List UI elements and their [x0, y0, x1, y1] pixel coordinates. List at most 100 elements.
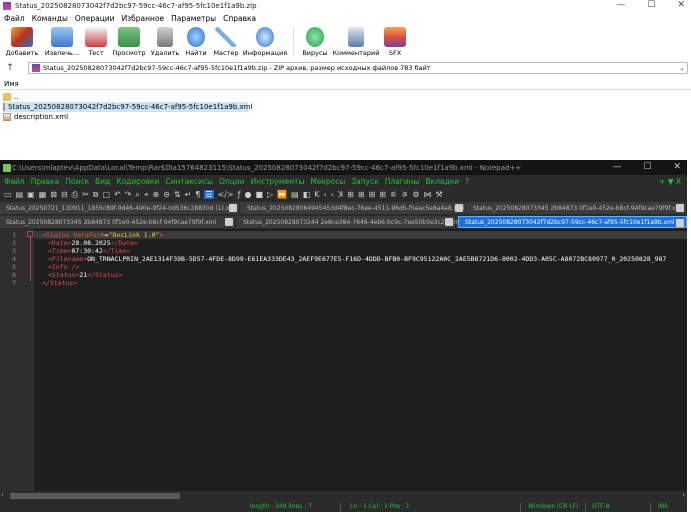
archive-path-field[interactable]: Status_20250828073042f7d2bc97-59cc-46c7-…: [28, 62, 688, 74]
tab-close-icon[interactable]: [676, 219, 684, 227]
record-macro-icon[interactable]: ●: [244, 190, 251, 199]
menu-options[interactable]: Параметры: [171, 14, 216, 23]
file-tab-active[interactable]: Status_20250828073042f7d2bc97-59cc-46c7-…: [458, 216, 687, 228]
virus-scan-button[interactable]: Вирусы: [300, 27, 330, 57]
menu-macro[interactable]: Макросы: [310, 177, 345, 186]
replace-icon[interactable]: ⌖: [144, 190, 149, 200]
scroll-left-icon[interactable]: ‹: [1, 491, 4, 499]
close-all-icon[interactable]: ⊟: [61, 190, 68, 199]
delete-button[interactable]: Удалить: [150, 27, 180, 57]
paste-icon[interactable]: ▢: [102, 190, 110, 199]
minimize-icon[interactable]: —: [612, 162, 621, 172]
menu-settings[interactable]: Опции: [219, 177, 245, 186]
play-macro-icon[interactable]: ▷: [267, 190, 273, 199]
plugin-tool-9-icon[interactable]: ⚒: [436, 190, 443, 199]
plugin-tool-6-icon[interactable]: ⚞: [401, 190, 408, 199]
close-icon[interactable]: ✕: [677, 0, 685, 10]
comment-button[interactable]: Комментарий: [333, 27, 380, 57]
info-button[interactable]: Информация: [243, 27, 287, 57]
menu-file[interactable]: Файл: [4, 14, 25, 23]
open-file-icon[interactable]: ▤: [16, 190, 24, 199]
xml-tag-icon[interactable]: </>: [218, 190, 234, 199]
save-macro-icon[interactable]: ▤: [291, 190, 299, 199]
menu-commands[interactable]: Команды: [32, 14, 68, 23]
copy-icon[interactable]: ⧉: [93, 190, 99, 200]
print-icon[interactable]: ⎙: [72, 190, 78, 200]
menu-operations[interactable]: Операции: [75, 14, 115, 23]
close-file-icon[interactable]: ⊠: [50, 190, 57, 199]
plugin-tool-3-icon[interactable]: ⊞: [369, 190, 376, 199]
menu-view[interactable]: Вид: [95, 177, 110, 186]
list-item-status-xml[interactable]: Status_20250828073042f7d2bc97-59cc-46c7-…: [3, 102, 252, 112]
scrollbar-thumb[interactable]: [10, 493, 180, 499]
tab-close-icon[interactable]: [676, 204, 684, 212]
redo-icon[interactable]: ↷: [125, 190, 132, 199]
show-all-chars-icon[interactable]: ¶: [195, 190, 200, 199]
save-all-icon[interactable]: ▦: [39, 190, 47, 199]
test-button[interactable]: Тест: [84, 27, 108, 57]
undo-icon[interactable]: ↶: [114, 190, 121, 199]
maximize-icon[interactable]: ☐: [643, 162, 651, 172]
tab-close-icon[interactable]: [445, 218, 453, 226]
menu-language[interactable]: Синтаксисы: [165, 177, 213, 186]
tab-close-icon[interactable]: [225, 218, 233, 226]
plugin-tool-4-icon[interactable]: ⊞: [379, 190, 386, 199]
chevron-down-icon[interactable]: ⌄: [679, 64, 685, 72]
stop-macro-icon[interactable]: ■: [255, 190, 263, 199]
plugin-tool-2-icon[interactable]: ⊞: [358, 190, 365, 199]
indent-guide-icon[interactable]: ☰: [204, 190, 214, 199]
sfx-button[interactable]: SFX: [382, 27, 408, 57]
cut-icon[interactable]: ✂: [82, 190, 89, 199]
list-item-description-xml[interactable]: description.xml: [3, 112, 68, 122]
tab-close-icon[interactable]: [229, 204, 237, 212]
first-diff-icon[interactable]: K: [314, 190, 319, 199]
menu-help[interactable]: ?: [465, 177, 469, 186]
status-encoding[interactable]: UTF-8: [592, 503, 610, 510]
find-icon[interactable]: ⌕: [135, 190, 139, 200]
minimize-icon[interactable]: —: [616, 0, 625, 10]
last-diff-icon[interactable]: ꓘ: [338, 190, 343, 199]
compare-icon[interactable]: ◧: [303, 190, 311, 199]
file-tab[interactable]: Status_20250828073345 2b84873 0f1e0-452e…: [0, 216, 236, 228]
sync-scroll-icon[interactable]: ⇅: [174, 190, 181, 199]
plugin-tool-7-icon[interactable]: ⚙: [412, 190, 419, 199]
list-item-parent[interactable]: ..: [3, 92, 18, 102]
fast-forward-icon[interactable]: ⏩: [277, 190, 287, 199]
new-file-icon[interactable]: ▭: [4, 190, 12, 199]
menu-file[interactable]: Файл: [4, 177, 25, 186]
plugin-tool-8-icon[interactable]: ⋈: [424, 190, 432, 199]
function-list-icon[interactable]: ƒ: [238, 190, 241, 199]
view-button[interactable]: Просмотр: [111, 27, 147, 57]
next-diff-icon[interactable]: ›: [331, 190, 334, 199]
status-eol[interactable]: Windows (CR LF): [528, 503, 578, 510]
menu-window[interactable]: Вкладки: [425, 177, 459, 186]
up-arrow-icon[interactable]: ↑: [3, 63, 17, 73]
column-name-header[interactable]: Имя: [4, 80, 19, 88]
file-tab[interactable]: Status_20250721_130911_1855c89f-9d46-490…: [0, 202, 240, 214]
zoom-in-icon[interactable]: ⊕: [152, 190, 159, 199]
menu-search[interactable]: Поиск: [65, 177, 89, 186]
save-icon[interactable]: ▣: [27, 190, 35, 199]
extract-button[interactable]: Извлечь...: [43, 27, 81, 57]
plugin-tool-5-icon[interactable]: ⚟: [390, 190, 397, 199]
file-tab[interactable]: Status_20250828073345 2b84873 0f1e0-452e…: [467, 202, 687, 214]
wizard-button[interactable]: Мастер: [212, 27, 240, 57]
menu-plugins[interactable]: Плагины: [385, 177, 420, 186]
maximize-icon[interactable]: ☐: [647, 0, 655, 10]
close-icon[interactable]: ✕: [673, 162, 681, 172]
menu-encoding[interactable]: Кодировки: [116, 177, 159, 186]
scroll-right-icon[interactable]: ›: [682, 491, 685, 499]
word-wrap-icon[interactable]: ↵: [185, 190, 192, 199]
file-tab[interactable]: Status_20250828064945453d4f8ec-76ee-4511…: [241, 202, 466, 214]
menu-favorites[interactable]: Избранное: [122, 14, 165, 23]
plugin-tool-1-icon[interactable]: ⊞: [347, 190, 354, 199]
code-editor[interactable]: 1 2 3 4 5 6 7 <Status VersForm="DocLink …: [0, 229, 687, 491]
horizontal-scrollbar[interactable]: ‹ ›: [0, 491, 687, 501]
menu-help[interactable]: Справка: [223, 14, 256, 23]
menu-window-controls[interactable]: + ▼ X: [659, 177, 681, 186]
menu-edit[interactable]: Правка: [31, 177, 60, 186]
zoom-out-icon[interactable]: ⊖: [163, 190, 170, 199]
tab-close-icon[interactable]: [455, 204, 463, 212]
file-tab[interactable]: Status_20250828073244 2e8ce384-7646-4eb6…: [237, 216, 461, 228]
prev-diff-icon[interactable]: ‹: [324, 190, 327, 199]
